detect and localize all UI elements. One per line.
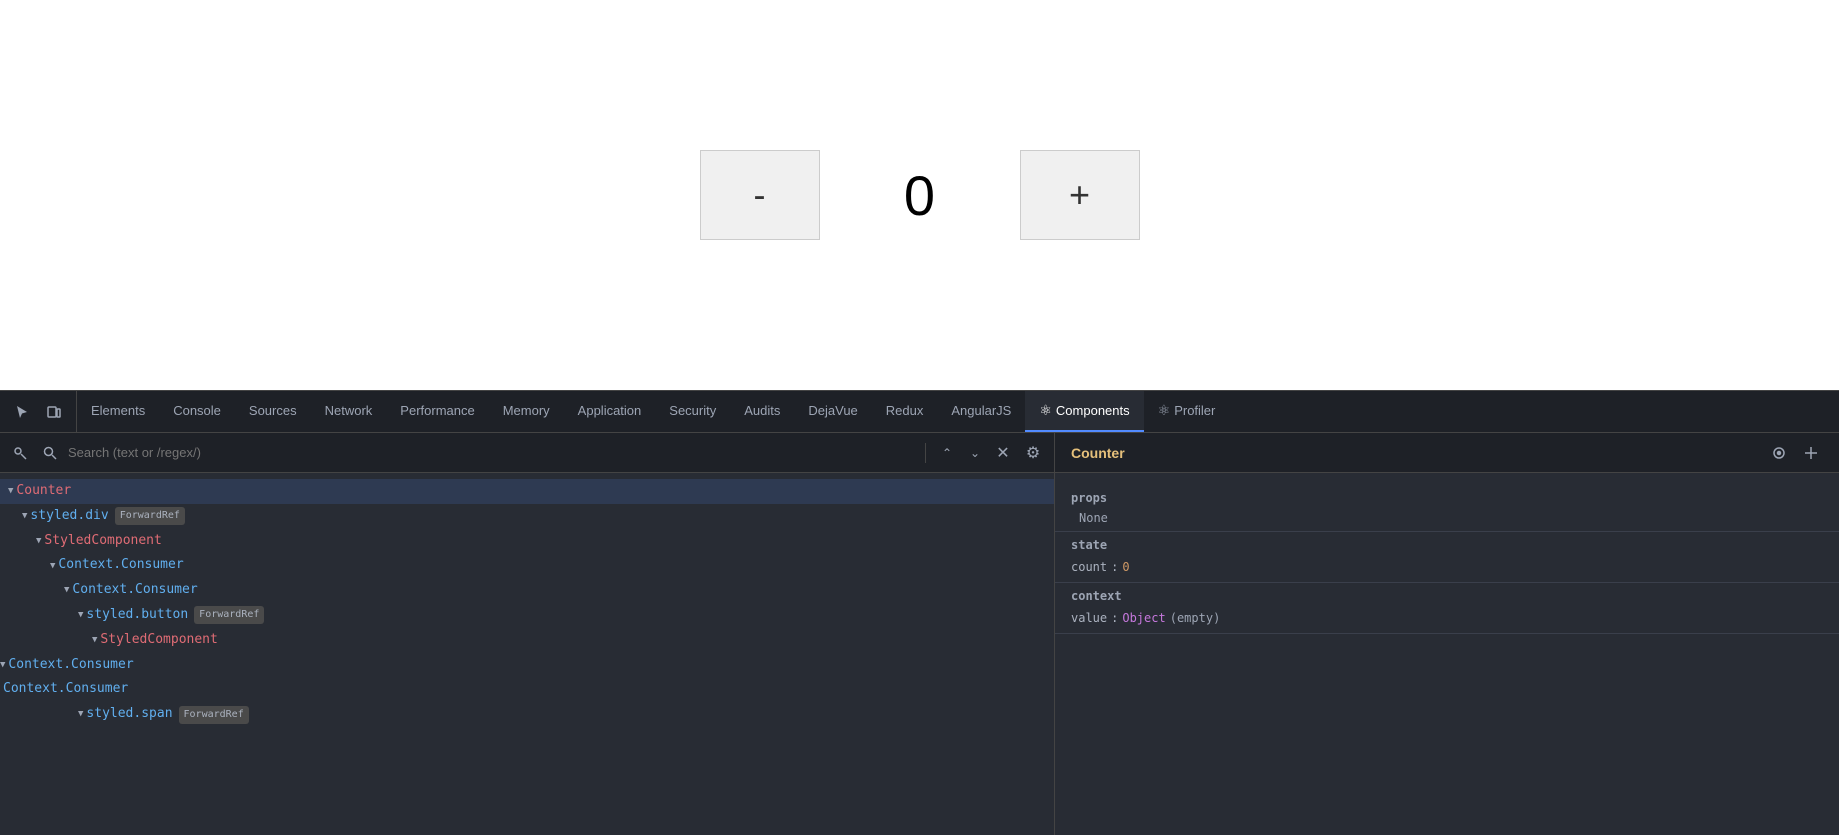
- component-tree[interactable]: ▼Counter▼styled.divForwardRef▼StyledComp…: [0, 473, 1054, 835]
- search-prev-btn[interactable]: ⌃: [936, 442, 958, 464]
- badge-styled-span: ForwardRef: [179, 706, 249, 724]
- tab-label-components: Components: [1056, 403, 1130, 418]
- badge-styled-div: ForwardRef: [115, 507, 185, 525]
- tab-label-dejavue: DejaVue: [808, 403, 857, 418]
- tab-label-audits: Audits: [744, 403, 780, 418]
- state-section: state count : 0: [1055, 532, 1839, 583]
- selected-component-name: Counter: [1071, 445, 1759, 461]
- decrement-button[interactable]: -: [700, 150, 820, 240]
- context-section-title: context: [1071, 589, 1823, 603]
- search-magnifier-icon: [38, 441, 62, 465]
- tab-label-network: Network: [325, 403, 373, 418]
- tab-memory[interactable]: Memory: [489, 391, 564, 432]
- devtools-panel: Elements Console Sources Network Performance…: [0, 390, 1839, 835]
- context-value-suffix: (empty): [1170, 611, 1221, 625]
- tab-sources[interactable]: Sources: [235, 391, 311, 432]
- props-panel: Counter props None: [1055, 433, 1839, 835]
- props-header: Counter: [1055, 433, 1839, 473]
- tab-components[interactable]: ⚛Components: [1025, 391, 1143, 432]
- tab-angularjs[interactable]: AngularJS: [937, 391, 1025, 432]
- tab-label-application: Application: [578, 403, 642, 418]
- tab-application[interactable]: Application: [564, 391, 656, 432]
- props-body: props None state count : 0 context: [1055, 473, 1839, 835]
- context-value-type: Object: [1122, 611, 1165, 625]
- tab-dejavue[interactable]: DejaVue: [794, 391, 871, 432]
- devtools-tab-bar: Elements Console Sources Network Performance…: [0, 391, 1839, 433]
- app-area: - 0 +: [0, 0, 1839, 390]
- tree-item-context-consumer-1[interactable]: ▼Context.Consumer: [0, 553, 1054, 578]
- search-bar: ⌃ ⌄ ✕ ⚙: [0, 433, 1054, 473]
- context-value-row: value : Object (empty): [1071, 609, 1823, 627]
- tab-performance[interactable]: Performance: [386, 391, 488, 432]
- tab-security[interactable]: Security: [655, 391, 730, 432]
- tab-audits[interactable]: Audits: [730, 391, 794, 432]
- tab-redux[interactable]: Redux: [872, 391, 938, 432]
- tab-label-performance: Performance: [400, 403, 474, 418]
- tab-network[interactable]: Network: [311, 391, 387, 432]
- tree-item-styled-div[interactable]: ▼styled.divForwardRef: [0, 504, 1054, 529]
- state-count-value: 0: [1122, 560, 1129, 574]
- inspect-dom-btn[interactable]: [1767, 441, 1791, 465]
- context-value-colon: :: [1111, 611, 1118, 625]
- search-input[interactable]: [68, 445, 915, 460]
- device-icon-btn[interactable]: [40, 398, 68, 426]
- tab-console[interactable]: Console: [159, 391, 235, 432]
- tab-profiler[interactable]: ⚛Profiler: [1144, 391, 1230, 432]
- tree-item-context-consumer-2[interactable]: ▼Context.Consumer: [0, 578, 1054, 603]
- tab-label-security: Security: [669, 403, 716, 418]
- props-section: props None: [1055, 485, 1839, 532]
- search-settings-btn[interactable]: ⚙: [1020, 440, 1046, 466]
- state-section-title: state: [1071, 538, 1823, 552]
- context-value-key: value: [1071, 611, 1107, 625]
- tree-item-counter[interactable]: ▼Counter: [0, 479, 1054, 504]
- tree-item-styled-component-2[interactable]: ▼StyledComponent: [0, 628, 1054, 653]
- tree-item-context-consumer-4[interactable]: Context.Consumer: [0, 677, 1054, 702]
- tree-item-context-consumer-3[interactable]: ▼Context.Consumer: [0, 653, 1054, 678]
- tab-label-profiler: Profiler: [1174, 403, 1215, 418]
- tab-label-elements: Elements: [91, 403, 145, 418]
- tree-item-styled-span[interactable]: ▼styled.spanForwardRef: [0, 702, 1054, 727]
- tree-item-styled-button[interactable]: ▼styled.buttonForwardRef: [0, 603, 1054, 628]
- tab-label-sources: Sources: [249, 403, 297, 418]
- search-next-btn[interactable]: ⌄: [964, 442, 986, 464]
- tab-label-console: Console: [173, 403, 221, 418]
- search-close-btn[interactable]: ✕: [992, 442, 1014, 464]
- state-count-colon: :: [1111, 560, 1118, 574]
- props-section-title: props: [1071, 491, 1823, 505]
- tree-item-styled-component-1[interactable]: ▼StyledComponent: [0, 529, 1054, 554]
- search-divider: [925, 443, 926, 463]
- devtools-body: ⌃ ⌄ ✕ ⚙ ▼Counter▼styled.divForwardRef▼St…: [0, 433, 1839, 835]
- tab-elements[interactable]: Elements: [77, 391, 159, 432]
- counter-value: 0: [880, 163, 960, 228]
- state-count-key: count: [1071, 560, 1107, 574]
- tab-label-redux: Redux: [886, 403, 924, 418]
- tab-label-angularjs: AngularJS: [951, 403, 1011, 418]
- component-picker-btn[interactable]: [8, 441, 32, 465]
- context-section: context value : Object (empty): [1055, 583, 1839, 634]
- props-none-value: None: [1071, 511, 1823, 525]
- increment-button[interactable]: +: [1020, 150, 1140, 240]
- devtools-icon-group: [0, 391, 77, 432]
- cursor-icon-btn[interactable]: [8, 398, 36, 426]
- badge-styled-button: ForwardRef: [194, 606, 264, 624]
- devtools-tabs-list: Elements Console Sources Network Performance…: [77, 391, 1229, 432]
- tree-panel: ⌃ ⌄ ✕ ⚙ ▼Counter▼styled.divForwardRef▼St…: [0, 433, 1055, 835]
- state-count-row: count : 0: [1071, 558, 1823, 576]
- view-source-btn[interactable]: [1799, 441, 1823, 465]
- tab-label-memory: Memory: [503, 403, 550, 418]
